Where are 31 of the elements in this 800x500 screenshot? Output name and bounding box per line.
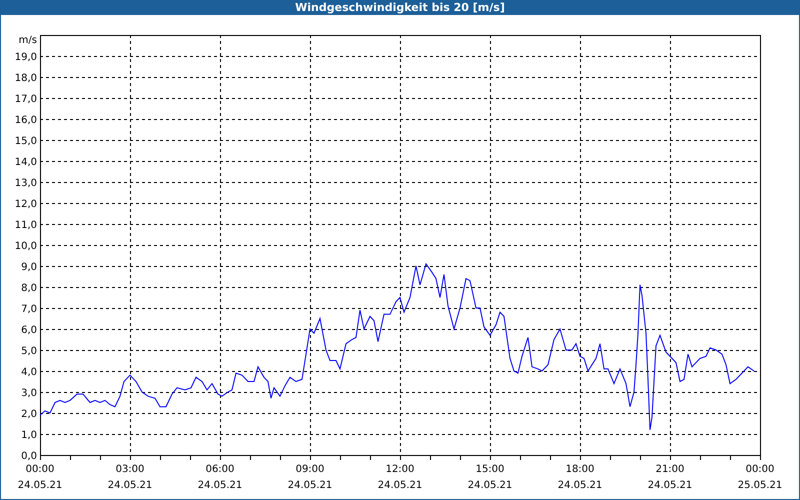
x-tick-label: 12:00 24.05.21 [378, 464, 422, 491]
x-tick-label: 06:00 24.05.21 [198, 464, 242, 491]
y-tick-label: 13,0 [14, 178, 37, 189]
y-tick-label: 17,0 [14, 94, 37, 105]
y-tick-label: 14,0 [14, 157, 37, 168]
y-tick-label: 19,0 [14, 52, 37, 63]
y-tick-label: 9,0 [21, 262, 37, 273]
x-tick-label: 09:00 24.05.21 [288, 464, 332, 491]
y-tick-label: 15,0 [14, 136, 37, 147]
y-tick-label: 18,0 [14, 73, 37, 84]
x-tick-label: 03:00 24.05.21 [108, 464, 152, 491]
y-tick-label: 1,0 [21, 430, 37, 441]
y-tick-label: 12,0 [14, 199, 37, 210]
y-tick-label: 10,0 [14, 241, 37, 252]
y-tick-label: 8,0 [21, 283, 37, 294]
x-tick-label: 21:00 24.05.21 [648, 464, 692, 491]
x-tick-label: 00:00 24.05.21 [18, 464, 62, 491]
y-tick-label: 2,0 [21, 409, 37, 420]
y-tick-label: 4,0 [21, 367, 37, 378]
y-tick-label: 16,0 [14, 115, 37, 126]
y-tick-label: 11,0 [14, 220, 37, 231]
y-tick-label: 0,0 [21, 451, 37, 462]
unit-label: m/s [18, 35, 37, 46]
y-tick-label: 6,0 [21, 325, 37, 336]
y-tick-label: 5,0 [21, 346, 37, 357]
x-tick-label: 15:00 24.05.21 [468, 464, 512, 491]
y-tick-label: 3,0 [21, 388, 37, 399]
y-tick-label: 7,0 [21, 304, 37, 315]
x-tick-label: 00:00 25.05.21 [738, 464, 782, 491]
window-title: Windgeschwindigkeit bis 20 [m/s] [1, 0, 799, 15]
x-tick-label: 18:00 24.05.21 [558, 464, 602, 491]
